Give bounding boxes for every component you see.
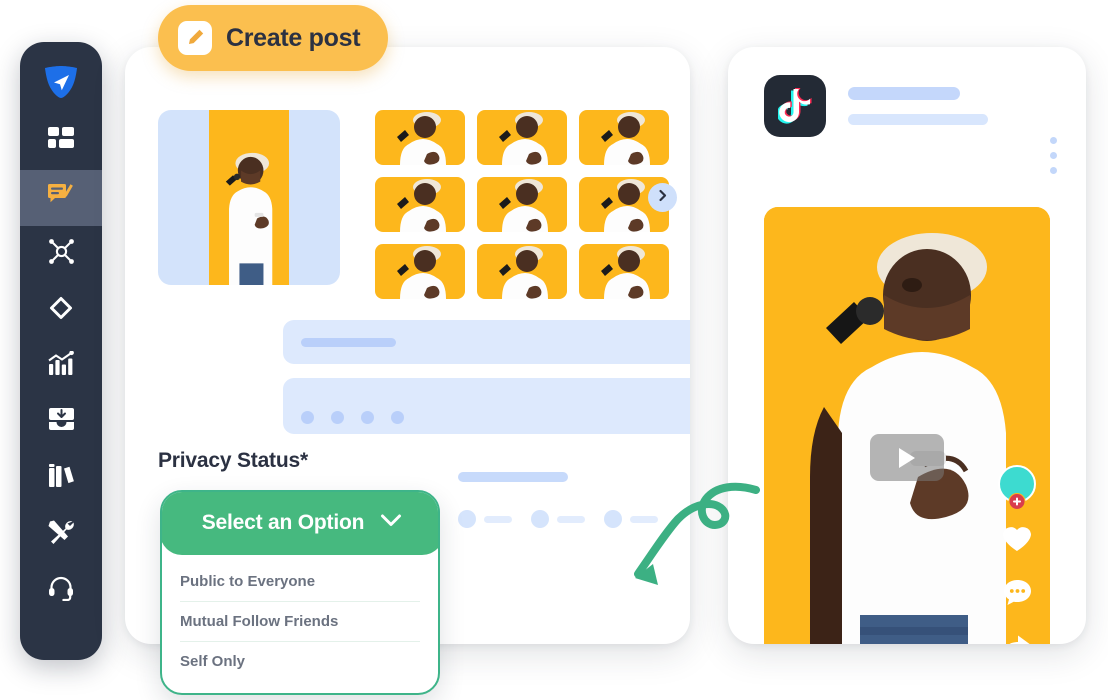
- media-thumbnail[interactable]: [375, 110, 465, 165]
- tiktok-note-icon: [764, 75, 826, 137]
- media-thumbnail[interactable]: [579, 110, 669, 165]
- desc-placeholder-dot: [331, 411, 344, 424]
- create-post-badge[interactable]: Create post: [158, 5, 389, 71]
- sidebar-item-tools[interactable]: [20, 506, 102, 562]
- sidebar-item-dashboard[interactable]: [20, 114, 102, 170]
- sidebar-item-automation[interactable]: [20, 282, 102, 338]
- media-thumbnail[interactable]: [375, 244, 465, 299]
- create-post-badge-label: Create post: [226, 23, 361, 52]
- media-thumbnail[interactable]: [477, 244, 567, 299]
- option-group-title-skeleton: [458, 472, 568, 482]
- privacy-status-dropdown: Select an Option Public to Everyone Mutu…: [160, 490, 440, 695]
- sidebar-logo[interactable]: [20, 56, 102, 112]
- privacy-select-trigger[interactable]: Select an Option: [162, 492, 438, 555]
- privacy-option-list: Public to Everyone Mutual Follow Friends…: [162, 562, 438, 681]
- account-name-skeleton: [848, 87, 960, 100]
- sidebar-item-channels[interactable]: [20, 226, 102, 282]
- media-next-button[interactable]: [648, 183, 677, 212]
- desc-placeholder-dot: [301, 411, 314, 424]
- send-logo-icon: [43, 64, 79, 105]
- headset-support-icon: [48, 575, 74, 606]
- library-books-icon: [48, 463, 75, 493]
- desc-placeholder-dot: [391, 411, 404, 424]
- media-thumbnail[interactable]: [579, 244, 669, 299]
- privacy-selected-value: Select an Option: [201, 510, 365, 534]
- option-dot: [458, 510, 476, 528]
- account-handle-skeleton: [848, 114, 988, 125]
- avatar-follow-icon[interactable]: [998, 465, 1036, 510]
- preview-account-skeleton: [848, 87, 988, 125]
- dashboard-grid-icon: [48, 126, 74, 158]
- heart-like-icon[interactable]: [1002, 525, 1032, 557]
- media-thumbnail[interactable]: [477, 110, 567, 165]
- sidebar-item-create-post[interactable]: [20, 170, 102, 226]
- menu-dot: [1050, 167, 1057, 174]
- play-icon[interactable]: [870, 434, 944, 481]
- option-dot: [531, 510, 549, 528]
- video-preview[interactable]: @: [764, 207, 1050, 644]
- title-placeholder: [301, 338, 396, 347]
- chevron-down-icon: [380, 513, 402, 533]
- share-arrow-icon[interactable]: [1002, 633, 1032, 644]
- sidebar-item-library[interactable]: [20, 450, 102, 506]
- tools-icon: [48, 519, 75, 550]
- chevron-right-icon: [656, 189, 669, 207]
- privacy-status-label: Privacy Status*: [158, 449, 308, 472]
- network-nodes-icon: [48, 238, 75, 270]
- media-thumbnail[interactable]: [477, 177, 567, 232]
- menu-dot: [1050, 137, 1057, 144]
- option-label-skeleton: [484, 516, 512, 523]
- media-thumbnail[interactable]: [375, 177, 465, 232]
- comment-bubble-icon[interactable]: [1003, 579, 1032, 611]
- inbox-download-icon: [48, 407, 75, 437]
- sidebar-item-inbox[interactable]: [20, 394, 102, 450]
- desc-placeholder-dot: [361, 411, 374, 424]
- selected-media-preview[interactable]: [158, 110, 340, 285]
- media-picker: [158, 110, 669, 299]
- follow-plus-badge: [1008, 493, 1026, 510]
- description-field[interactable]: [283, 378, 690, 434]
- preview-header: [764, 75, 988, 137]
- curved-green-arrow: [612, 478, 762, 598]
- analytics-chart-icon: [47, 350, 75, 382]
- privacy-option-self[interactable]: Self Only: [180, 642, 420, 681]
- create-post-chat-icon: [47, 183, 75, 214]
- photo-backdrop: [208, 110, 290, 285]
- pencil-edit-icon: [178, 21, 212, 55]
- title-field[interactable]: [283, 320, 690, 364]
- screenshot-root: Create post Privacy Status* Select an Op…: [0, 0, 1108, 700]
- option-label-skeleton: [557, 516, 585, 523]
- privacy-option-mutual[interactable]: Mutual Follow Friends: [180, 602, 420, 642]
- sidebar: [20, 42, 102, 660]
- privacy-option-public[interactable]: Public to Everyone: [180, 562, 420, 602]
- automation-diamond-icon: [48, 295, 74, 326]
- sidebar-item-analytics[interactable]: [20, 338, 102, 394]
- menu-dot: [1050, 152, 1057, 159]
- tiktok-preview-card: @: [728, 47, 1086, 644]
- video-action-bar: [998, 465, 1036, 644]
- more-vertical-icon[interactable]: [1050, 137, 1057, 182]
- sidebar-item-support[interactable]: [20, 562, 102, 618]
- media-thumbnail-grid: [375, 110, 669, 299]
